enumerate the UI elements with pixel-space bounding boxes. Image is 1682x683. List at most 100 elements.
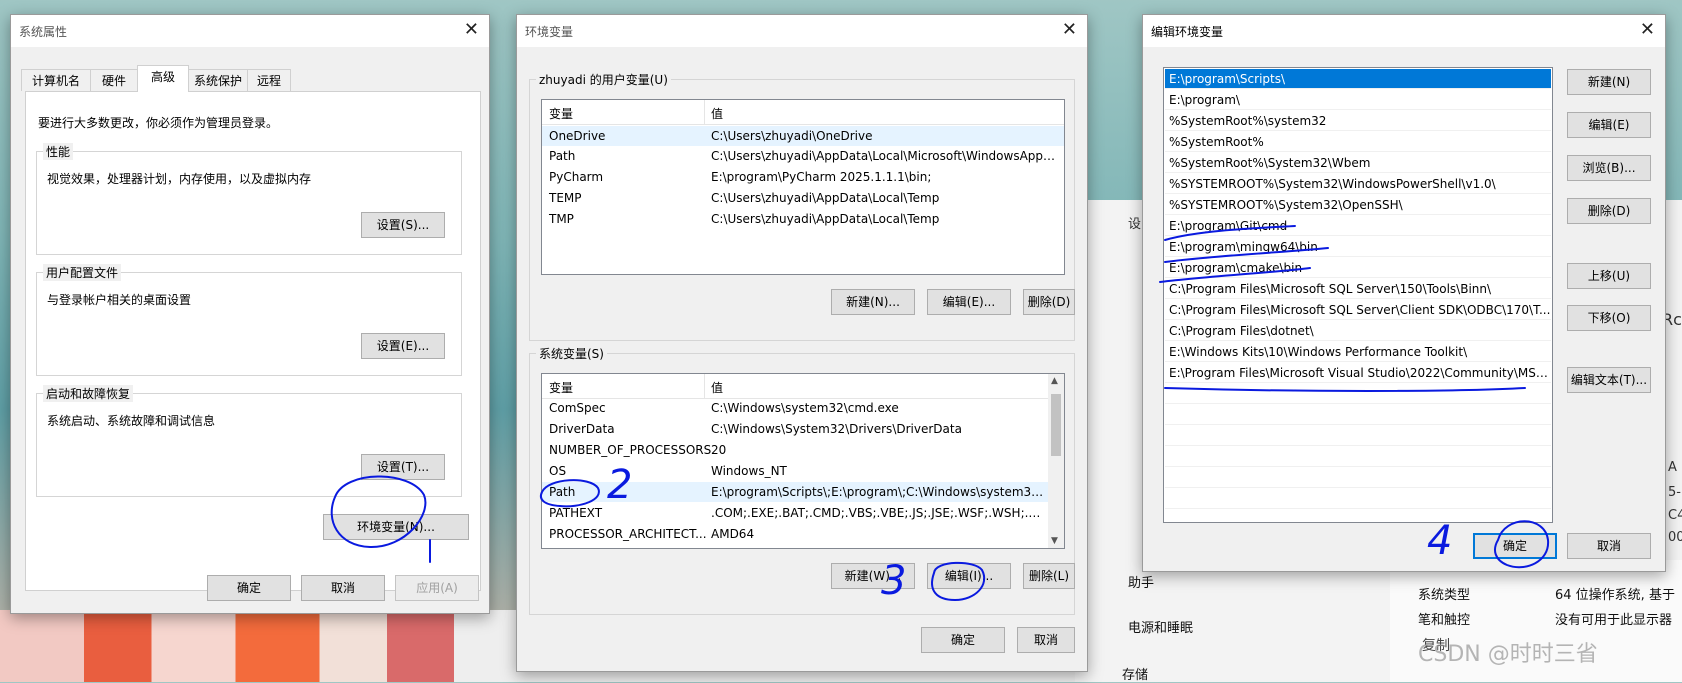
system-edit-button[interactable]: 编辑(I)... (927, 563, 1011, 589)
pen-touch-label: 笔和触控 (1418, 613, 1471, 628)
path-entries-list[interactable]: E:\program\Scripts\ E:\program\ %SystemR… (1163, 67, 1553, 523)
table-row[interactable]: NUMBER_OF_PROCESSORS 20 (542, 440, 1050, 460)
column-header-value[interactable]: 值 (711, 379, 723, 396)
system-delete-button[interactable]: 删除(L) (1023, 563, 1075, 589)
cancel-button[interactable]: 取消 (301, 575, 385, 601)
nav-storage[interactable]: 存储 (1122, 664, 1148, 683)
nav-power[interactable]: 电源和睡眠 (1128, 617, 1193, 636)
ok-button[interactable]: 确定 (207, 575, 291, 601)
row-name: ComSpec (549, 401, 606, 415)
table-row[interactable]: ComSpec C:\Windows\system32\cmd.exe (542, 398, 1050, 418)
empty-row[interactable] (1165, 405, 1551, 425)
user-variables-list[interactable]: 变量 值 OneDrive C:\Users\zhuyadi\OneDrive P… (541, 99, 1065, 275)
scrollbar-thumb[interactable] (1051, 394, 1061, 456)
nav-item[interactable]: 助手 (1128, 572, 1154, 591)
title-bar: 系统属性 ✕ (11, 15, 489, 47)
system-properties-dialog: 系统属性 ✕ 计算机名 硬件 高级 系统保护 远程 要进行大多数更改，你必须作为… (10, 14, 490, 614)
list-item[interactable]: %SystemRoot%\System32\Wbem (1165, 153, 1551, 173)
startup-settings-button[interactable]: 设置(T)... (361, 454, 445, 480)
user-delete-button[interactable]: 删除(D) (1023, 289, 1075, 315)
empty-row[interactable] (1165, 489, 1551, 509)
tab-advanced[interactable]: 高级 (137, 65, 189, 92)
list-item[interactable]: C:\Program Files\dotnet\ (1165, 321, 1551, 341)
table-row[interactable]: TEMP C:\Users\zhuyadi\AppData\Local\Temp (542, 188, 1064, 208)
window-title: 系统属性 (19, 25, 68, 39)
list-item[interactable]: E:\program\ (1165, 90, 1551, 110)
new-entry-button[interactable]: 新建(N) (1567, 69, 1651, 95)
apply-button[interactable]: 应用(A) (395, 575, 479, 601)
system-variables-list[interactable]: 变量 值 ComSpec C:\Windows\system32\cmd.exe … (541, 373, 1065, 549)
browse-button[interactable]: 浏览(B)... (1567, 155, 1651, 181)
table-row[interactable]: Path C:\Users\zhuyadi\AppData\Local\Micro… (542, 146, 1064, 166)
row-value: C:\Windows\System32\Drivers\DriverData (711, 422, 962, 436)
empty-row[interactable] (1165, 447, 1551, 467)
list-header: 变量 值 (542, 374, 1050, 399)
title-bar: 编辑环境变量 ✕ (1143, 15, 1665, 47)
list-item[interactable]: E:\program\cmake\bin (1165, 258, 1551, 278)
bg-fragment: 5- (1668, 485, 1681, 500)
environment-variables-button[interactable]: 环境变量(N)... (323, 514, 469, 540)
annotation-number: 3 (881, 558, 907, 604)
list-item[interactable]: %SYSTEMROOT%\System32\OpenSSH\ (1165, 195, 1551, 215)
close-icon[interactable]: ✕ (1640, 19, 1655, 40)
table-row[interactable]: PROCESSOR_ARCHITECT... AMD64 (542, 524, 1050, 544)
group-label: 启动和故障恢复 (43, 385, 134, 402)
table-row[interactable]: DriverData C:\Windows\System32\Drivers\Dr… (542, 419, 1050, 439)
user-new-button[interactable]: 新建(N)... (831, 289, 915, 315)
list-item[interactable]: E:\program\Git\cmd (1165, 216, 1551, 236)
list-item[interactable]: %SystemRoot% (1165, 132, 1551, 152)
performance-settings-button[interactable]: 设置(S)... (361, 212, 445, 238)
column-header-value[interactable]: 值 (711, 105, 723, 122)
admin-note: 要进行大多数更改，你必须作为管理员登录。 (38, 116, 279, 130)
ok-button[interactable]: 确定 (921, 627, 1005, 653)
row-name: TEMP (549, 191, 582, 205)
edit-entry-button[interactable]: 编辑(E) (1567, 112, 1651, 138)
window-title: 环境变量 (525, 25, 574, 39)
bg-fragment: A (1668, 460, 1677, 475)
table-row[interactable]: TMP C:\Users\zhuyadi\AppData\Local\Temp (542, 209, 1064, 229)
tab-hardware[interactable]: 硬件 (90, 69, 138, 91)
tab-system-protection[interactable]: 系统保护 (188, 69, 248, 91)
edit-text-button[interactable]: 编辑文本(T)... (1567, 367, 1651, 393)
empty-row[interactable] (1165, 426, 1551, 446)
user-profile-desc: 与登录帐户相关的桌面设置 (47, 293, 192, 307)
annotation-number: 4 (1427, 518, 1453, 564)
tab-computer-name[interactable]: 计算机名 (21, 69, 91, 91)
column-header-variable[interactable]: 变量 (549, 379, 573, 396)
system-type-label: 系统类型 (1418, 588, 1471, 603)
user-profile-settings-button[interactable]: 设置(E)... (361, 333, 445, 359)
window-title: 编辑环境变量 (1151, 25, 1224, 39)
bg-fragment: 00- (1668, 530, 1682, 545)
column-separator[interactable] (704, 100, 705, 124)
tab-remote[interactable]: 远程 (247, 69, 291, 91)
row-name: TMP (549, 212, 574, 226)
performance-desc: 视觉效果，处理器计划，内存使用，以及虚拟内存 (47, 172, 312, 186)
list-item[interactable]: C:\Program Files\Microsoft SQL Server\15… (1165, 279, 1551, 299)
move-down-button[interactable]: 下移(O) (1567, 305, 1651, 331)
row-value: E:\program\Scripts\;E:\program\;C:\Windo… (711, 485, 1046, 499)
close-icon[interactable]: ✕ (1062, 19, 1077, 40)
list-item[interactable]: %SYSTEMROOT%\System32\WindowsPowerShell\… (1165, 174, 1551, 194)
list-item[interactable]: E:\program\mingw64\bin (1165, 237, 1551, 257)
empty-row[interactable] (1165, 468, 1551, 488)
scroll-up-icon[interactable]: ▲ (1051, 376, 1058, 386)
column-separator[interactable] (704, 374, 705, 398)
ok-button[interactable]: 确定 (1473, 533, 1557, 559)
scroll-down-icon[interactable]: ▼ (1051, 536, 1058, 546)
user-edit-button[interactable]: 编辑(E)... (927, 289, 1011, 315)
list-item[interactable]: E:\program\Scripts\ (1165, 69, 1551, 89)
delete-entry-button[interactable]: 删除(D) (1567, 198, 1651, 224)
cancel-button[interactable]: 取消 (1567, 533, 1651, 559)
list-item[interactable]: E:\Program Files\Microsoft Visual Studio… (1165, 363, 1551, 383)
move-up-button[interactable]: 上移(U) (1567, 263, 1651, 289)
list-item[interactable]: C:\Program Files\Microsoft SQL Server\Cl… (1165, 300, 1551, 320)
empty-row[interactable] (1165, 384, 1551, 404)
list-item[interactable]: %SystemRoot%\system32 (1165, 111, 1551, 131)
table-row[interactable]: OneDrive C:\Users\zhuyadi\OneDrive (542, 126, 1064, 146)
close-icon[interactable]: ✕ (464, 19, 479, 40)
list-item[interactable]: E:\Windows Kits\10\Windows Performance T… (1165, 342, 1551, 362)
table-row[interactable]: PyCharm E:\program\PyCharm 2025.1.1.1\bin… (542, 167, 1064, 187)
vertical-scrollbar[interactable]: ▲ ▼ (1048, 374, 1064, 548)
column-header-variable[interactable]: 变量 (549, 105, 573, 122)
cancel-button[interactable]: 取消 (1017, 627, 1075, 653)
